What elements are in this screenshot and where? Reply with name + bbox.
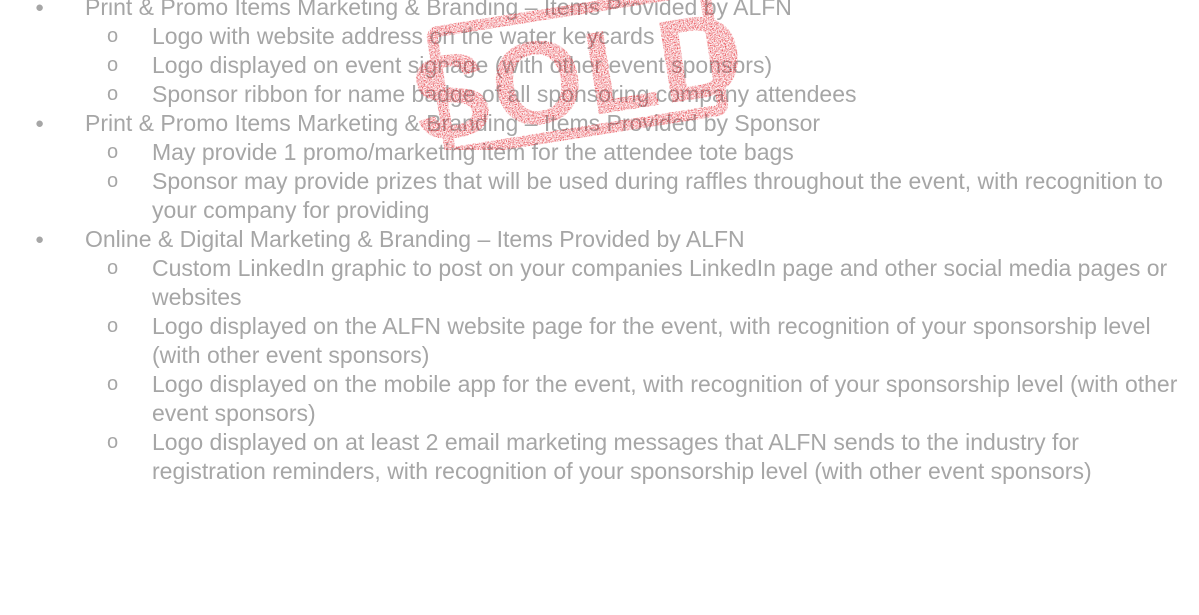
list-item-text: Sponsor may provide prizes that will be … bbox=[152, 168, 1163, 223]
list-item-text: May provide 1 promo/marketing item for t… bbox=[152, 139, 794, 165]
list-item-text: Logo displayed on the mobile app for the… bbox=[152, 371, 1178, 426]
list-item-text: Logo with website address on the water k… bbox=[152, 23, 655, 49]
list-item-text: Logo displayed on event signage (with ot… bbox=[152, 52, 773, 78]
hollow-bullet-icon: o bbox=[107, 257, 119, 279]
section-heading: Print & Promo Items Marketing & Branding… bbox=[85, 0, 792, 20]
list-item-text: Custom LinkedIn graphic to post on your … bbox=[152, 255, 1168, 310]
hollow-bullet-icon: o bbox=[107, 25, 119, 47]
list-item-text: Logo displayed on at least 2 email marke… bbox=[152, 429, 1092, 484]
list-item-text: Logo displayed on the ALFN website page … bbox=[152, 313, 1151, 368]
list-item: o Custom LinkedIn graphic to post on you… bbox=[0, 254, 1199, 312]
hollow-bullet-icon: o bbox=[107, 54, 119, 76]
bullet-icon: ● bbox=[35, 231, 45, 248]
list-item: o Logo displayed on the mobile app for t… bbox=[0, 370, 1199, 428]
hollow-bullet-icon: o bbox=[107, 431, 119, 453]
hollow-bullet-icon: o bbox=[107, 141, 119, 163]
list-item: o Sponsor ribbon for name badge of all s… bbox=[0, 80, 1199, 109]
list-item: o Logo displayed on event signage (with … bbox=[0, 51, 1199, 80]
section-print-promo-alfn: ● Print & Promo Items Marketing & Brandi… bbox=[0, 0, 1199, 22]
bullet-icon: ● bbox=[35, 115, 45, 132]
list-item: o May provide 1 promo/marketing item for… bbox=[0, 138, 1199, 167]
section-online-digital-alfn: ● Online & Digital Marketing & Branding … bbox=[0, 225, 1199, 254]
hollow-bullet-icon: o bbox=[107, 373, 119, 395]
section-print-promo-sponsor: ● Print & Promo Items Marketing & Brandi… bbox=[0, 109, 1199, 138]
section-heading: Print & Promo Items Marketing & Branding… bbox=[85, 110, 821, 136]
hollow-bullet-icon: o bbox=[107, 315, 119, 337]
sponsorship-benefits-list: ● Print & Promo Items Marketing & Brandi… bbox=[0, 0, 1199, 486]
list-item: o Sponsor may provide prizes that will b… bbox=[0, 167, 1199, 225]
list-item-text: Sponsor ribbon for name badge of all spo… bbox=[152, 81, 857, 107]
section-heading: Online & Digital Marketing & Branding – … bbox=[85, 226, 745, 252]
list-item: o Logo with website address on the water… bbox=[0, 22, 1199, 51]
bullet-icon: ● bbox=[35, 0, 45, 16]
hollow-bullet-icon: o bbox=[107, 83, 119, 105]
list-item: o Logo displayed on the ALFN website pag… bbox=[0, 312, 1199, 370]
hollow-bullet-icon: o bbox=[107, 170, 119, 192]
list-item: o Logo displayed on at least 2 email mar… bbox=[0, 428, 1199, 486]
